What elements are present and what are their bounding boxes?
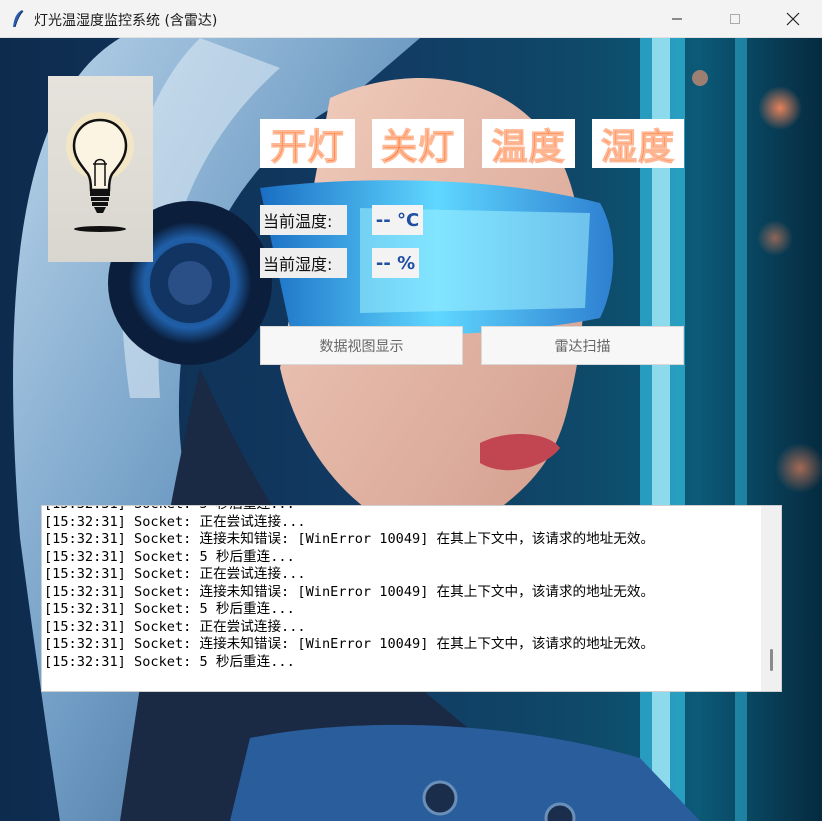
log-line: [15:32:31] Socket: 5 秒后重连... bbox=[44, 601, 295, 617]
title-bar: 灯光温湿度监控系统 (含雷达) bbox=[0, 0, 822, 38]
minimize-button[interactable] bbox=[648, 0, 706, 38]
log-line: [15:32:31] Socket: 正在尝试连接... bbox=[44, 618, 306, 635]
log-scrollbar[interactable] bbox=[761, 506, 781, 691]
maximize-icon bbox=[730, 14, 740, 24]
light-bulb-image bbox=[48, 76, 153, 262]
log-textbox[interactable]: [15:32:31] Socket: 5 秒后重连... [15:32:31] … bbox=[41, 505, 782, 692]
temperature-button[interactable]: 温度 bbox=[482, 119, 575, 168]
log-line: [15:32:31] Socket: 5 秒后重连... bbox=[44, 506, 762, 514]
scrollbar-thumb[interactable] bbox=[770, 649, 773, 671]
log-line: [15:32:31] Socket: 连接未知错误: [WinError 100… bbox=[44, 583, 655, 600]
close-icon bbox=[786, 12, 800, 26]
log-line: [15:32:31] Socket: 正在尝试连接... bbox=[44, 566, 306, 582]
current-humidity-label: 当前湿度: bbox=[260, 248, 347, 278]
light-off-button[interactable]: 关灯 bbox=[372, 119, 464, 168]
maximize-button[interactable] bbox=[706, 0, 764, 38]
light-on-button[interactable]: 开灯 bbox=[260, 119, 355, 168]
log-lines: [15:32:31] Socket: 5 秒后重连... [15:32:31] … bbox=[44, 506, 762, 671]
close-button[interactable] bbox=[764, 0, 822, 38]
current-temperature-value: -- °C bbox=[372, 205, 423, 235]
window-title: 灯光温湿度监控系统 (含雷达) bbox=[34, 13, 218, 29]
humidity-button[interactable]: 湿度 bbox=[592, 119, 684, 168]
log-line: [15:32:31] Socket: 正在尝试连接... bbox=[44, 513, 306, 530]
log-line: [15:32:31] Socket: 5 秒后重连... bbox=[44, 548, 295, 565]
radar-scan-button[interactable]: 雷达扫描 bbox=[481, 326, 684, 365]
current-humidity-value: -- % bbox=[372, 248, 419, 278]
lightbulb-icon bbox=[66, 112, 134, 232]
minimize-icon bbox=[672, 18, 682, 20]
log-line: [15:32:31] Socket: 连接未知错误: [WinError 100… bbox=[44, 636, 655, 652]
feather-icon bbox=[13, 10, 24, 28]
data-view-button[interactable]: 数据视图显示 bbox=[260, 326, 463, 365]
current-temperature-label: 当前温度: bbox=[260, 205, 347, 235]
log-line: [15:32:31] Socket: 连接未知错误: [WinError 100… bbox=[44, 531, 655, 547]
log-line: [15:32:31] Socket: 5 秒后重连... bbox=[44, 653, 295, 670]
